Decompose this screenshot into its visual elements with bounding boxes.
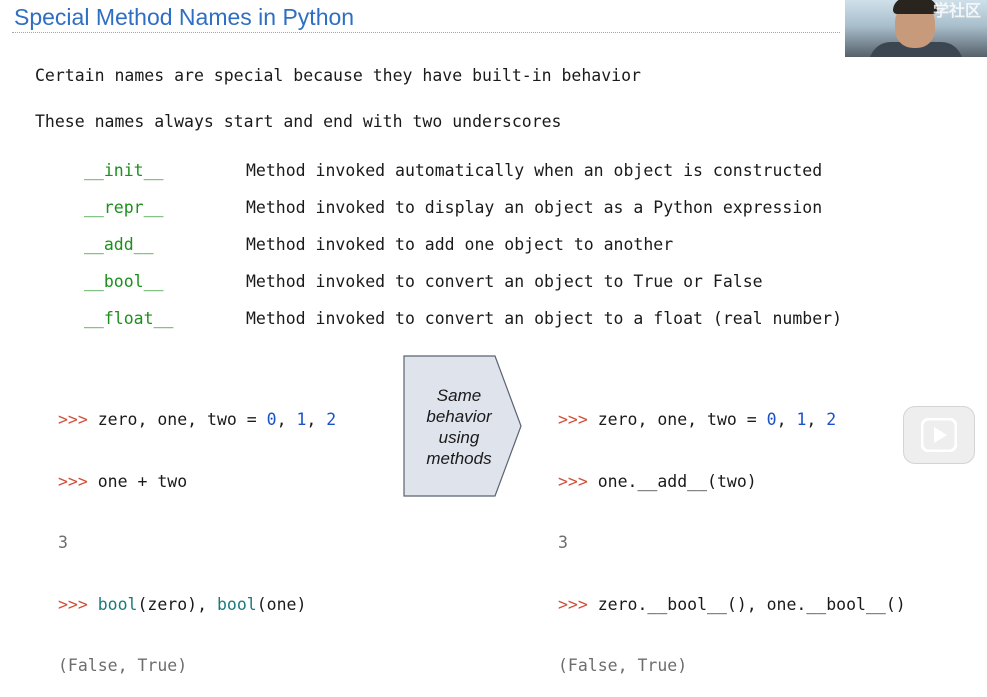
method-name: __bool__ xyxy=(84,272,164,291)
play-icon xyxy=(921,418,957,452)
method-desc: Method invoked to convert an object to T… xyxy=(246,272,763,291)
presenter-webcam: 学社区 xyxy=(845,0,987,57)
code-output: 3 xyxy=(558,533,568,552)
method-name: __add__ xyxy=(84,235,154,254)
code-line: >>> bool(zero), bool(one) xyxy=(58,594,307,614)
method-name: __init__ xyxy=(84,161,164,180)
code-line: >>> zero, one, two = 0, 1, 2 xyxy=(58,410,337,429)
code-line: >>> one.__add__(two) xyxy=(558,471,757,491)
left-code-block: >>> zero, one, two = 0, 1, 2 >>> one + t… xyxy=(58,369,336,697)
method-name: __float__ xyxy=(84,309,174,328)
method-desc: Method invoked to convert an object to a… xyxy=(246,309,843,328)
code-line: >>> zero, one, two = 0, 1, 2 xyxy=(558,410,837,429)
method-desc: Method invoked to display an object as a… xyxy=(246,198,823,217)
watermark: 学社区 xyxy=(932,3,981,20)
presenter-hair xyxy=(893,0,937,14)
method-desc: Method invoked to add one object to anot… xyxy=(246,235,674,254)
method-desc: Method invoked automatically when an obj… xyxy=(246,161,823,180)
arrow-label: Same behavior using methods xyxy=(426,386,492,468)
code-line: >>> one + two xyxy=(58,471,188,491)
slide-title: Special Method Names in Python xyxy=(14,4,355,30)
method-name: __repr__ xyxy=(84,198,164,217)
code-line: >>> zero.__bool__(), one.__bool__() xyxy=(558,594,906,614)
title-divider xyxy=(12,32,840,33)
right-code-block: >>> zero, one, two = 0, 1, 2 >>> one.__a… xyxy=(558,369,906,697)
code-output: 3 xyxy=(58,533,68,552)
code-output: (False, True) xyxy=(58,656,188,675)
intro-line-2: These names always start and end with tw… xyxy=(35,112,562,131)
intro-line-1: Certain names are special because they h… xyxy=(35,66,641,85)
code-output: (False, True) xyxy=(558,656,688,675)
play-button[interactable] xyxy=(903,406,975,464)
